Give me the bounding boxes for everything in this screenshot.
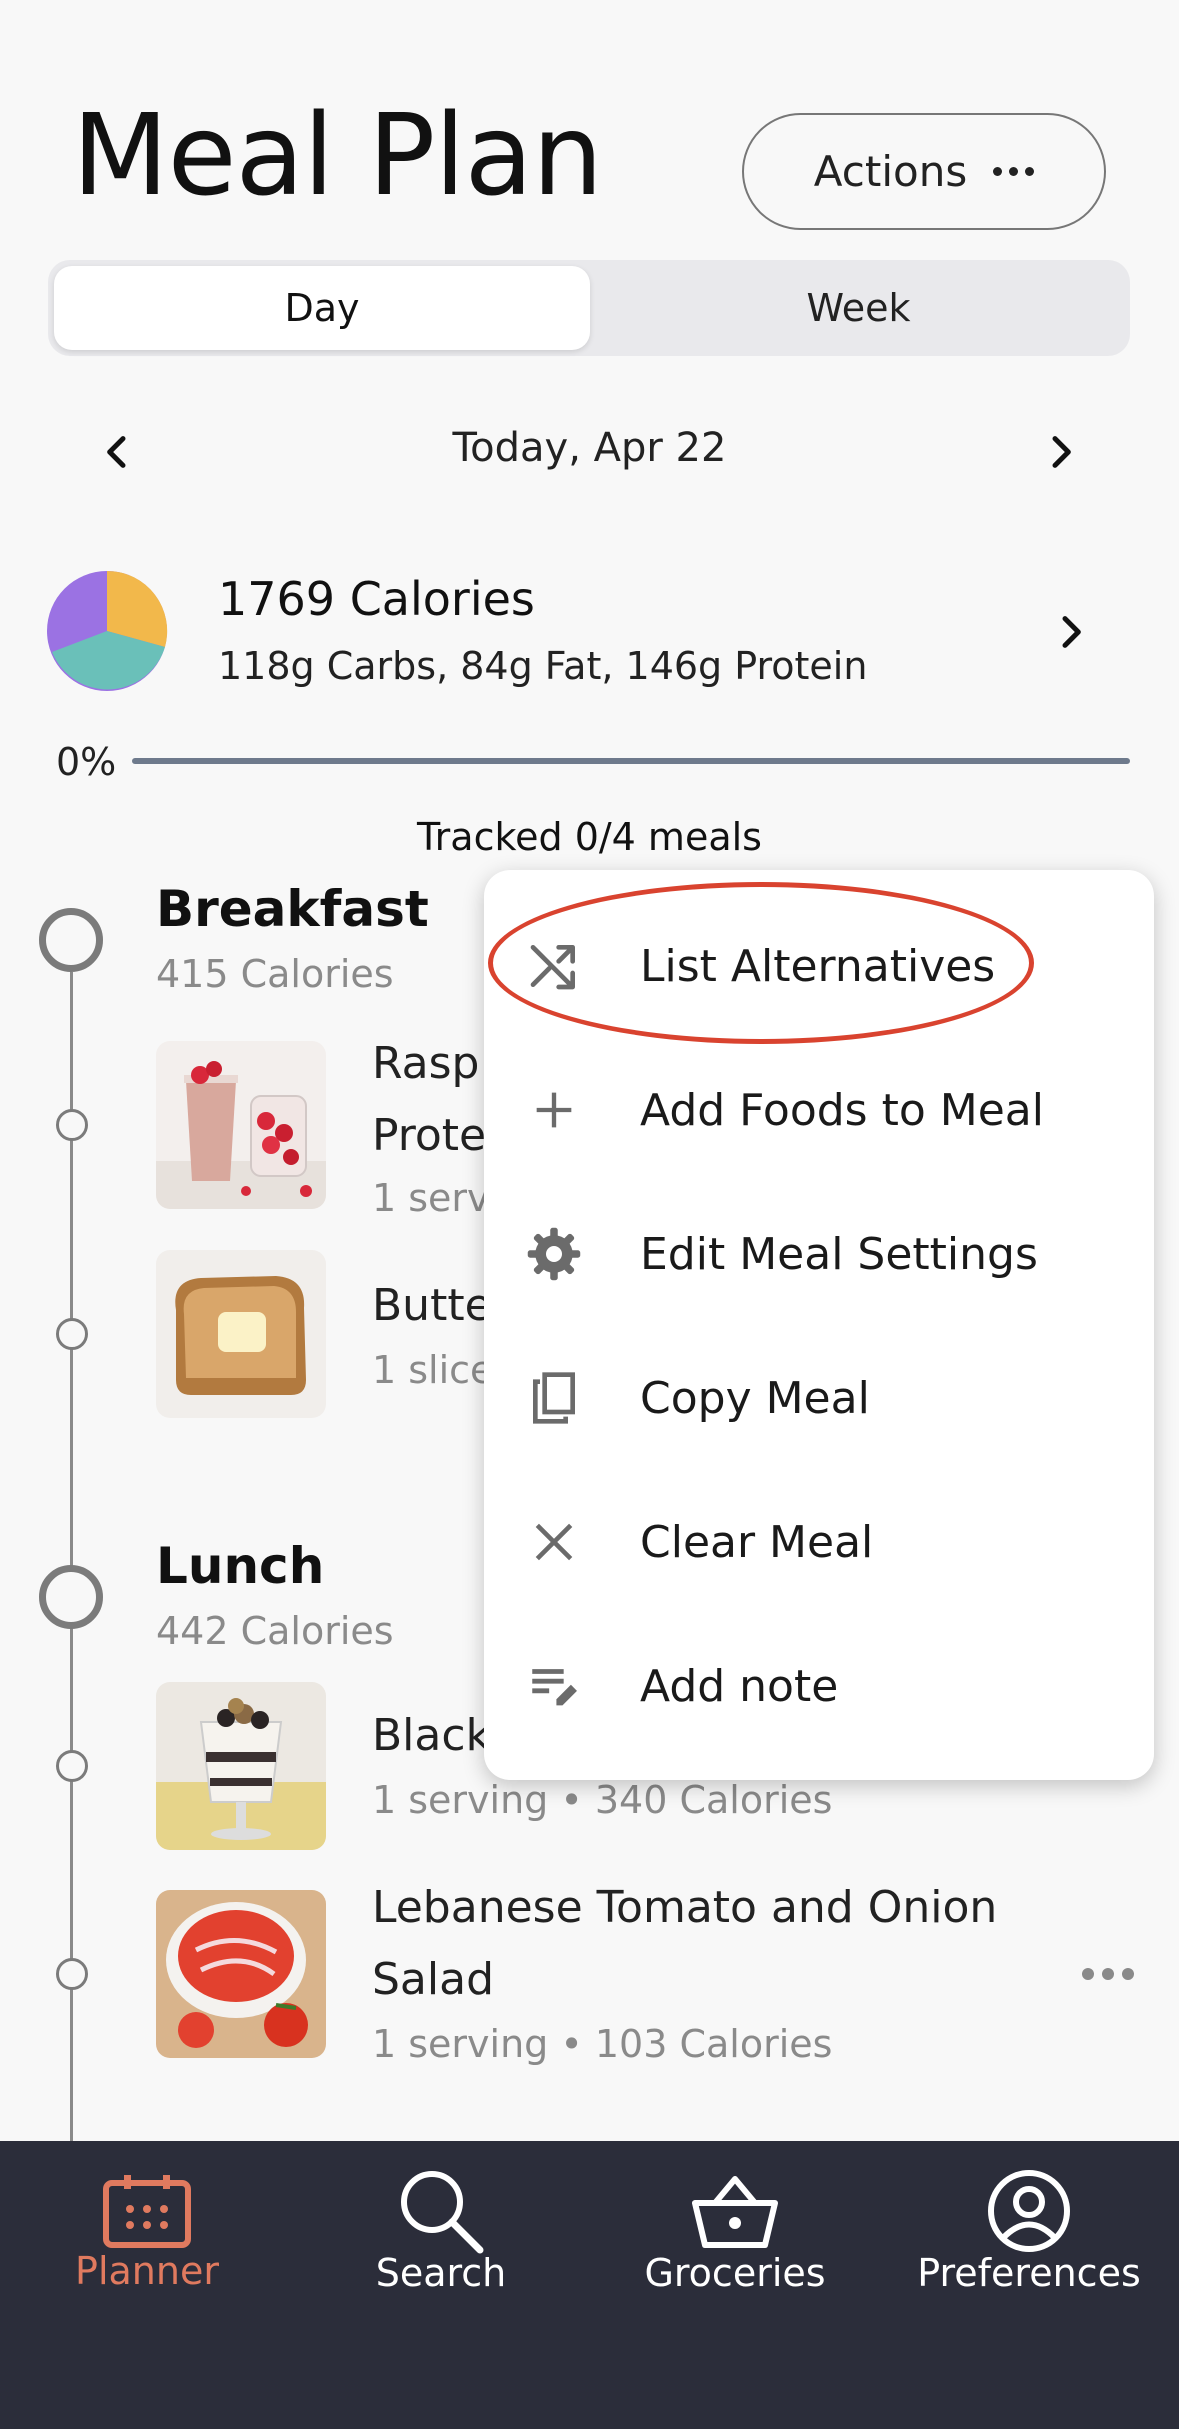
food-name[interactable]: Lebanese Tomato and Onion — [372, 1872, 997, 1944]
menu-item-edit-settings[interactable]: Edit Meal Settings — [484, 1182, 1154, 1326]
food-image-smoothie[interactable] — [156, 1041, 326, 1209]
food-node[interactable] — [56, 1318, 88, 1350]
menu-item-clear-meal[interactable]: Clear Meal — [484, 1470, 1154, 1614]
gear-icon — [522, 1222, 586, 1286]
chevron-right-icon — [1052, 436, 1071, 468]
page-title: Meal Plan — [72, 91, 603, 221]
food-serving: 1 serving • 340 Calories — [372, 1778, 833, 1822]
food-name[interactable]: Rasp — [372, 1028, 479, 1100]
meal-name-breakfast: Breakfast — [156, 880, 429, 938]
food-name-line2[interactable]: Prote — [372, 1100, 486, 1172]
meal-name-lunch: Lunch — [156, 1537, 325, 1595]
tab-planner[interactable]: Planner — [0, 2141, 294, 2341]
bottom-tab-bar: Planner Search Groceries Preferences — [0, 2141, 1179, 2429]
tab-label: Planner — [75, 2249, 219, 2293]
menu-label: Clear Meal — [640, 1516, 874, 1568]
menu-label: Add Foods to Meal — [640, 1084, 1044, 1136]
food-more-button[interactable] — [1082, 1968, 1134, 1980]
macros-summary: 118g Carbs, 84g Fat, 146g Protein — [218, 644, 868, 688]
food-node[interactable] — [56, 1109, 88, 1141]
menu-item-add-foods[interactable]: Add Foods to Meal — [484, 1038, 1154, 1182]
highlight-annotation — [488, 882, 1034, 1044]
note-edit-icon — [522, 1654, 586, 1718]
tab-search[interactable]: Search — [294, 2141, 588, 2341]
chevron-right-icon — [1062, 616, 1081, 648]
food-image-tomato-salad[interactable] — [156, 1890, 326, 2058]
food-serving: 1 slice — [372, 1348, 494, 1392]
food-serving: 1 serving • 103 Calories — [372, 2022, 833, 2066]
menu-label: Edit Meal Settings — [640, 1228, 1038, 1280]
progress-bar — [132, 758, 1130, 764]
meal-calories-breakfast: 415 Calories — [156, 952, 394, 996]
food-name-line2[interactable]: Salad — [372, 1944, 494, 2016]
user-circle-icon — [979, 2161, 1079, 2261]
tab-label: Groceries — [644, 2251, 826, 2295]
meal-node-breakfast[interactable] — [39, 908, 103, 972]
segment-week[interactable]: Week — [593, 266, 1124, 350]
food-name[interactable]: Black — [372, 1700, 491, 1772]
close-icon — [522, 1510, 586, 1574]
food-serving: 1 serv — [372, 1176, 490, 1220]
meal-calories-lunch: 442 Calories — [156, 1609, 394, 1653]
macro-pie-chart — [47, 570, 168, 691]
calories-total: 1769 Calories — [218, 572, 535, 626]
tracked-meals-label: Tracked 0/4 meals — [417, 815, 762, 859]
copy-icon — [522, 1366, 586, 1430]
actions-label: Actions — [813, 147, 968, 196]
segment-day[interactable]: Day — [54, 266, 590, 350]
menu-label: Copy Meal — [640, 1372, 870, 1424]
more-horizontal-icon — [993, 167, 1035, 176]
plus-icon — [522, 1078, 586, 1142]
search-icon — [391, 2161, 491, 2261]
next-day-button[interactable] — [1020, 412, 1100, 492]
actions-button[interactable]: Actions — [742, 113, 1106, 230]
nutrition-details-button[interactable] — [1030, 592, 1110, 672]
progress-percent: 0% — [56, 740, 117, 784]
date-label: Today, Apr 22 — [452, 425, 727, 471]
tab-preferences[interactable]: Preferences — [882, 2141, 1176, 2341]
view-segmented-control: Day Week — [48, 260, 1130, 356]
food-image-parfait[interactable] — [156, 1682, 326, 1850]
food-node[interactable] — [56, 1958, 88, 1990]
meal-node-lunch[interactable] — [39, 1565, 103, 1629]
food-image-toast[interactable] — [156, 1250, 326, 1418]
menu-item-add-note[interactable]: Add note — [484, 1614, 1154, 1758]
basket-icon — [685, 2161, 785, 2261]
food-node[interactable] — [56, 1750, 88, 1782]
calendar-icon — [97, 2161, 197, 2261]
menu-label: Add note — [640, 1660, 839, 1712]
tab-label: Search — [375, 2251, 507, 2295]
food-name[interactable]: Butte — [372, 1270, 492, 1342]
tab-groceries[interactable]: Groceries — [588, 2141, 882, 2341]
tab-label: Preferences — [917, 2251, 1141, 2295]
menu-item-copy-meal[interactable]: Copy Meal — [484, 1326, 1154, 1470]
